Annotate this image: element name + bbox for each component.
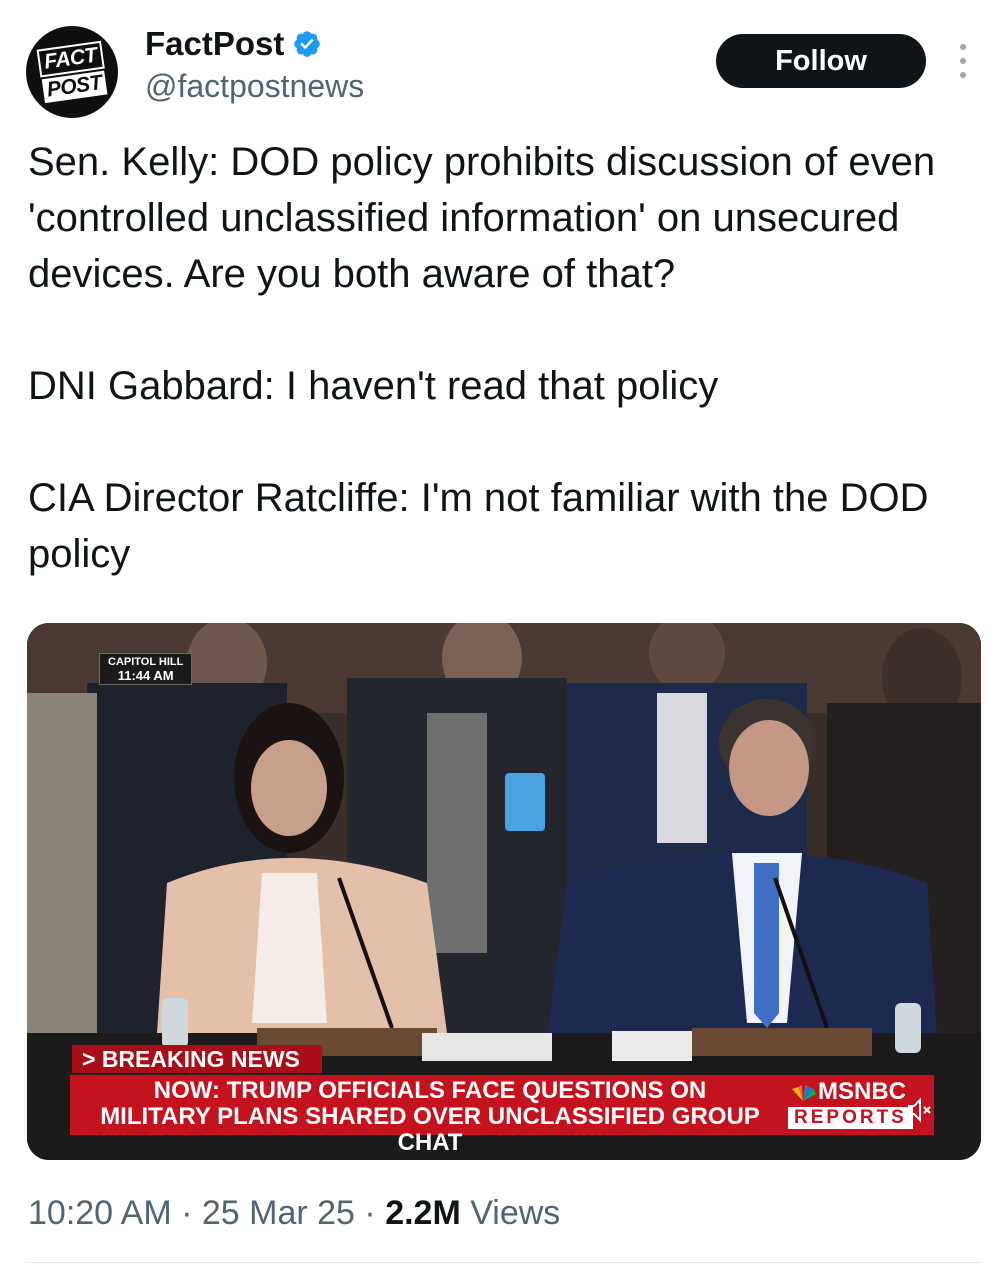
breaking-news-label: > BREAKING NEWS (72, 1045, 322, 1073)
separator: · (171, 1194, 202, 1232)
headline-line-2: MILITARY PLANS SHARED OVER UNCLASSIFIED … (100, 1103, 760, 1156)
tweet-paragraph: CIA Director Ratcliffe: I'm not familiar… (28, 476, 929, 576)
more-dot (960, 72, 966, 78)
peacock-icon (792, 1084, 816, 1101)
muted-speaker-icon[interactable] (905, 1095, 935, 1125)
more-dot (960, 44, 966, 50)
separator: · (354, 1194, 386, 1232)
more-dot (960, 58, 966, 64)
display-name[interactable]: FactPost (145, 24, 284, 64)
tweet-text: Sen. Kelly: DOD policy prohibits discuss… (28, 134, 978, 582)
account-handle[interactable]: @factpostnews (145, 64, 364, 108)
location-bug: CAPITOL HILL 11:44 AM (99, 653, 193, 685)
tweet-paragraph: DNI Gabbard: I haven't read that policy (28, 364, 719, 408)
verified-badge-icon (294, 31, 321, 57)
network-sub: REPORTS (788, 1107, 913, 1129)
network-name-row: MSNBC (790, 1079, 906, 1105)
views-label: Views (460, 1194, 561, 1232)
tweet-time[interactable]: 10:20 AM (28, 1194, 172, 1232)
account-info: FactPost @factpostnews (145, 24, 364, 108)
views-count[interactable]: 2.2M (385, 1194, 461, 1232)
follow-button[interactable]: Follow (716, 34, 926, 88)
network-name: MSNBC (818, 1078, 906, 1105)
more-vertical-icon[interactable] (955, 44, 971, 78)
headline-line-1: NOW: TRUMP OFFICIALS FACE QUESTIONS ON (153, 1077, 707, 1104)
tweet-meta: 10:20 AM · 25 Mar 25 · 2.2M Views (28, 1190, 560, 1236)
factpost-logo: FACT POST (36, 40, 108, 104)
video-player[interactable]: CAPITOL HILL 11:44 AM > BREAKING NEWS NO… (27, 623, 981, 1160)
news-headline: NOW: TRUMP OFFICIALS FACE QUESTIONS ON M… (70, 1075, 790, 1156)
tweet-paragraph: Sen. Kelly: DOD policy prohibits discuss… (28, 140, 936, 296)
divider (28, 1262, 982, 1263)
account-avatar[interactable]: FACT POST (26, 26, 118, 118)
tweet-date[interactable]: 25 Mar 25 (202, 1194, 355, 1232)
display-name-row[interactable]: FactPost (145, 24, 364, 64)
broadcast-time: 11:44 AM (117, 668, 174, 683)
